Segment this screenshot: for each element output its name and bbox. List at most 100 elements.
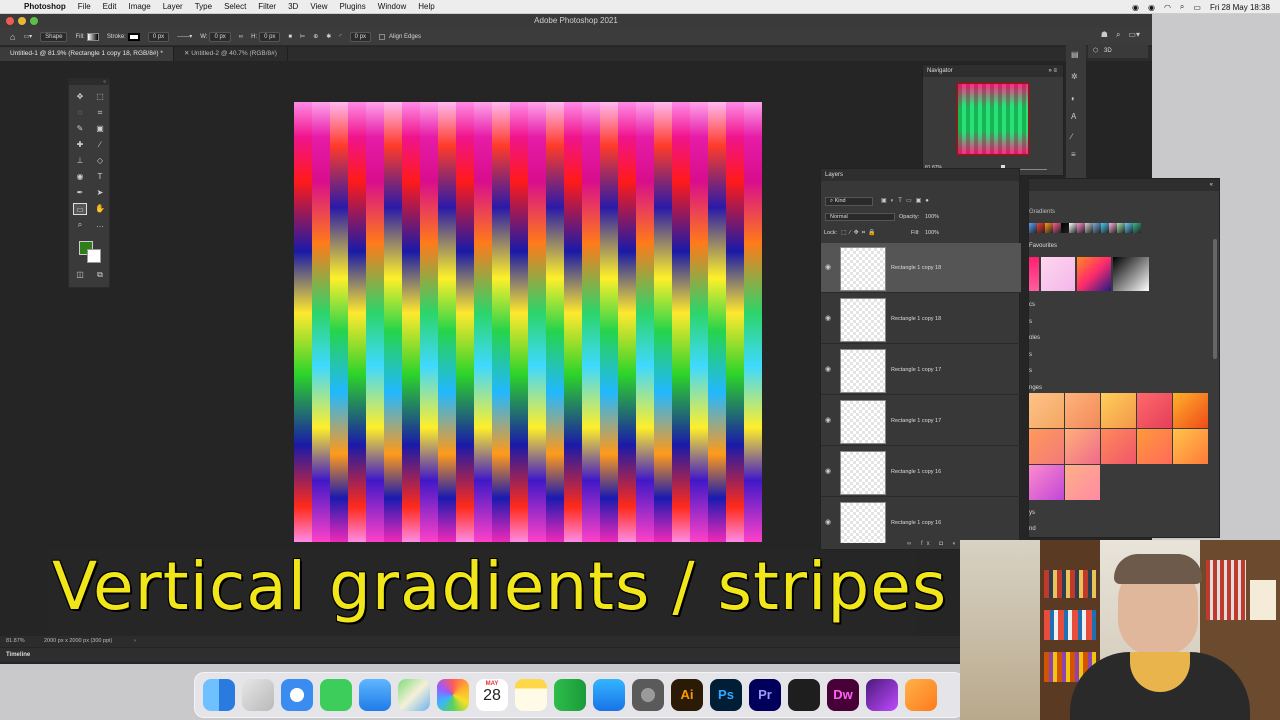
- gradient-swatch[interactable]: [1109, 223, 1117, 233]
- recent-gradients[interactable]: [1029, 223, 1151, 233]
- notes-icon[interactable]: [515, 679, 547, 711]
- gradient-swatch[interactable]: [1125, 223, 1133, 233]
- gradient-swatch[interactable]: [1037, 223, 1045, 233]
- illustrator-icon[interactable]: Ai: [671, 679, 703, 711]
- adjustments-icon[interactable]: ≡: [1071, 150, 1076, 159]
- photos-icon[interactable]: [437, 679, 469, 711]
- path-operations-icon[interactable]: ■: [288, 34, 292, 40]
- gradient-swatch[interactable]: [1093, 223, 1101, 233]
- gradient-swatch[interactable]: [1101, 429, 1136, 464]
- launchpad-icon[interactable]: [242, 679, 274, 711]
- premiere-icon[interactable]: Pr: [749, 679, 781, 711]
- menu-layer[interactable]: Layer: [163, 2, 183, 11]
- blend-mode-select[interactable]: Normal: [825, 213, 895, 221]
- corner-radius-icon[interactable]: ◜: [339, 33, 341, 40]
- menu-edit[interactable]: Edit: [103, 2, 117, 11]
- lock-icons[interactable]: ⬚∕✥⌗🔒: [841, 229, 879, 237]
- move-tool-icon[interactable]: ✥: [73, 91, 87, 103]
- healing-tool-icon[interactable]: ✚: [73, 139, 87, 151]
- layer-thumbnail[interactable]: [840, 400, 886, 444]
- navigator-header[interactable]: Navigator » ≡: [923, 65, 1063, 77]
- mail-icon[interactable]: [359, 679, 391, 711]
- tools-panel-header[interactable]: «: [69, 79, 109, 85]
- gradient-swatch[interactable]: [1077, 223, 1085, 233]
- shape-mode-select[interactable]: Shape: [40, 31, 68, 42]
- gradient-swatch[interactable]: [1173, 429, 1208, 464]
- obs-icon[interactable]: [788, 679, 820, 711]
- layer-name[interactable]: Rectangle 1 copy 17: [891, 367, 941, 373]
- panel-3d-tab[interactable]: ⬡ 3D: [1088, 44, 1148, 58]
- menu-3d[interactable]: 3D: [288, 2, 298, 11]
- stroke-swatch[interactable]: [127, 32, 140, 41]
- gradient-swatch[interactable]: [1065, 429, 1100, 464]
- layer-thumbnail[interactable]: [840, 502, 886, 543]
- layer-name[interactable]: Rectangle 1 copy 16: [891, 469, 941, 475]
- background-color-swatch[interactable]: [87, 249, 101, 263]
- zoom-window-button[interactable]: [30, 17, 38, 25]
- pen-tool-icon[interactable]: ✒: [73, 187, 87, 199]
- crop-tool-icon[interactable]: ⌗: [93, 107, 107, 119]
- opacity-input[interactable]: 100%: [925, 214, 939, 220]
- layer-row[interactable]: ◉ Rectangle 1 copy 16: [821, 498, 1021, 543]
- gradient-folder[interactable]: cs: [1029, 297, 1042, 314]
- system-preferences-icon[interactable]: [632, 679, 664, 711]
- gradient-folder[interactable]: oles: [1029, 330, 1042, 347]
- app-store-icon[interactable]: [593, 679, 625, 711]
- gradient-swatch[interactable]: [1029, 223, 1037, 233]
- layer-footer-icons[interactable]: ∞ fx ◘ ◐: [907, 541, 960, 547]
- numbers-icon[interactable]: [554, 679, 586, 711]
- layer-thumbnail[interactable]: [840, 451, 886, 495]
- layer-row[interactable]: ◉ Rectangle 1 copy 18: [821, 243, 1021, 293]
- close-window-button[interactable]: [6, 17, 14, 25]
- visibility-eye-icon[interactable]: ◉: [825, 416, 831, 424]
- home-icon[interactable]: ⌂: [10, 32, 15, 42]
- brush-icon[interactable]: ∕: [1071, 132, 1072, 141]
- gradients-scrollbar[interactable]: [1213, 239, 1217, 359]
- layer-name[interactable]: Rectangle 1 copy 18: [891, 316, 941, 322]
- path-select-tool-icon[interactable]: ➤: [93, 187, 107, 199]
- layer-row[interactable]: ◉ Rectangle 1 copy 16: [821, 447, 1021, 497]
- app-menu[interactable]: Photoshop: [24, 2, 66, 11]
- menu-plugins[interactable]: Plugins: [340, 2, 366, 11]
- gradient-swatch[interactable]: [1029, 465, 1064, 500]
- layer-thumbnail[interactable]: [840, 298, 886, 342]
- dreamweaver-icon[interactable]: Dw: [827, 679, 859, 711]
- gradient-swatch[interactable]: [1077, 257, 1111, 291]
- height-input[interactable]: 0 px: [259, 31, 281, 42]
- gradient-swatch[interactable]: [1029, 393, 1064, 428]
- more-tools-icon[interactable]: …: [93, 219, 107, 231]
- menubar-clock[interactable]: Fri 28 May 18:38: [1210, 3, 1270, 12]
- learn-icon[interactable]: ☗: [1101, 30, 1108, 40]
- gear-icon[interactable]: ✱: [326, 33, 331, 40]
- menu-filter[interactable]: Filter: [258, 2, 276, 11]
- layer-thumbnail[interactable]: [840, 247, 886, 291]
- path-arrangement-icon[interactable]: ⊕: [313, 33, 318, 40]
- safari-icon[interactable]: [281, 679, 313, 711]
- rectangle-tool-icon[interactable]: ▭: [73, 203, 87, 215]
- gradient-swatch[interactable]: [1101, 393, 1136, 428]
- align-edges-checkbox[interactable]: [379, 33, 385, 40]
- gradient-swatch[interactable]: [1029, 257, 1039, 291]
- navigator-icon[interactable]: ✲: [1071, 72, 1078, 81]
- stroke-type-select[interactable]: ——▾: [177, 33, 192, 40]
- layer-filter-kind[interactable]: ⌕ Kind: [825, 197, 873, 206]
- gradient-swatch[interactable]: [1029, 429, 1064, 464]
- stamp-tool-icon[interactable]: ⊥: [73, 155, 87, 167]
- visibility-eye-icon[interactable]: ◉: [825, 365, 831, 373]
- layers-header[interactable]: Layers: [821, 169, 1019, 181]
- stroke-width-input[interactable]: 0 px: [147, 31, 170, 42]
- search-icon[interactable]: ⌕: [1116, 30, 1120, 40]
- minimize-window-button[interactable]: [18, 17, 26, 25]
- menu-help[interactable]: Help: [418, 2, 434, 11]
- layer-row[interactable]: ◉ Rectangle 1 copy 17: [821, 396, 1021, 446]
- gradient-folder[interactable]: ys: [1029, 505, 1036, 521]
- panel-menu-icon[interactable]: » ≡: [1048, 65, 1057, 77]
- menu-window[interactable]: Window: [378, 2, 406, 11]
- hand-tool-icon[interactable]: ✋: [93, 203, 107, 215]
- lasso-tool-icon[interactable]: ◌: [73, 107, 87, 119]
- layer-row[interactable]: ◉ Rectangle 1 copy 17: [821, 345, 1021, 395]
- marquee-tool-icon[interactable]: ⬚: [93, 91, 107, 103]
- search-icon[interactable]: ⌕: [1180, 2, 1184, 12]
- gradient-swatch[interactable]: [1117, 223, 1125, 233]
- tool-preset-icon[interactable]: ▭▾: [23, 33, 32, 40]
